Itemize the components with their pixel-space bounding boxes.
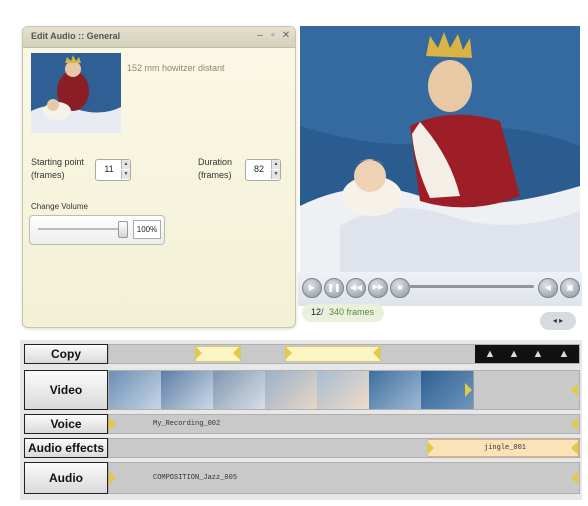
video-frame-thumb — [369, 371, 422, 409]
pause-icon[interactable]: ❚❚ — [324, 278, 344, 298]
track-voice[interactable]: My_Recording_002 — [108, 414, 580, 434]
minimize-icon[interactable]: – — [255, 30, 265, 42]
fullscreen-icon[interactable]: ▣ — [560, 278, 580, 298]
starting-point-stepper[interactable]: 11 ▲ ▼ — [95, 159, 131, 181]
starting-point-label: Starting point — [31, 157, 85, 167]
segment-start-marker[interactable] — [285, 346, 292, 360]
volume-slider-thumb[interactable] — [118, 221, 128, 238]
duration-label: Duration — [198, 157, 233, 167]
frame-counter: 12 / 340 frames — [302, 304, 384, 322]
rewind-icon[interactable]: ◀◀ — [346, 278, 366, 298]
track-video[interactable] — [108, 370, 580, 410]
stop-icon[interactable]: ■ — [390, 278, 410, 298]
stamp-icon[interactable]: ▲ — [505, 347, 523, 361]
segment-end-marker[interactable] — [571, 441, 578, 455]
track-label-copy[interactable]: Copy — [24, 344, 108, 364]
scroll-arrows-icon[interactable]: ◂ ▸ — [540, 312, 576, 330]
step-up-icon[interactable]: ▲ — [121, 160, 130, 169]
track-label-video[interactable]: Video — [24, 370, 108, 410]
video-frame-thumb — [317, 371, 370, 409]
close-icon[interactable]: ✕ — [281, 30, 291, 42]
effect-clip-name[interactable]: jingle_001 — [484, 444, 526, 452]
audio-clip-name[interactable]: COMPOSITION_Jazz_005 — [153, 474, 237, 482]
segment-end-marker[interactable] — [233, 346, 240, 360]
stamp-icon[interactable]: ▲ — [481, 347, 499, 361]
seek-bar[interactable] — [408, 285, 534, 288]
video-frame-thumb — [109, 371, 162, 409]
clip-thumbnail — [31, 53, 121, 133]
voice-clip-name[interactable]: My_Recording_002 — [153, 420, 220, 428]
track-audio[interactable]: COMPOSITION_Jazz_005 — [108, 462, 580, 494]
effect-segment[interactable]: jingle_001 — [427, 439, 579, 457]
segment-start-marker[interactable] — [109, 471, 116, 485]
stamp-icon[interactable]: ▲ — [529, 347, 547, 361]
copy-tools: ▲ ▲ ▲ ▲ — [475, 345, 579, 363]
edit-audio-dialog: Edit Audio :: General – ▫ ✕ 152 mm howit… — [22, 26, 296, 328]
segment-end-marker[interactable] — [571, 471, 578, 485]
track-label-audio[interactable]: Audio — [24, 462, 108, 494]
track-copy[interactable]: ▲ ▲ ▲ ▲ — [108, 344, 580, 364]
video-preview — [300, 26, 580, 272]
duration-stepper[interactable]: 82 ▲ ▼ — [245, 159, 281, 181]
volume-value-field[interactable]: 100% — [133, 220, 161, 239]
duration-value[interactable]: 82 — [249, 164, 269, 174]
segment-start-marker[interactable] — [427, 441, 434, 455]
volume-slider-track[interactable] — [38, 228, 122, 230]
segment-end-marker[interactable] — [571, 383, 578, 397]
change-volume-label: Change Volume — [31, 202, 88, 211]
segment-start-marker[interactable] — [465, 383, 472, 397]
step-up-icon[interactable]: ▲ — [271, 160, 280, 169]
dialog-titlebar[interactable]: Edit Audio :: General – ▫ ✕ — [23, 27, 295, 48]
segment-start-marker[interactable] — [109, 417, 116, 431]
starting-point-unit: (frames) — [31, 170, 65, 180]
step-down-icon[interactable]: ▼ — [121, 170, 130, 179]
track-label-voice[interactable]: Voice — [24, 414, 108, 434]
duration-unit: (frames) — [198, 170, 232, 180]
play-icon[interactable]: ▶ — [302, 278, 322, 298]
maximize-icon[interactable]: ▫ — [268, 30, 278, 42]
video-frame-thumb — [161, 371, 214, 409]
volume-icon[interactable]: ◀ — [538, 278, 558, 298]
frame-current: 12 — [311, 307, 322, 317]
segment-start-marker[interactable] — [195, 346, 202, 360]
segment-end-marker[interactable] — [373, 346, 380, 360]
copy-segment[interactable] — [285, 346, 381, 362]
video-frame-thumb — [213, 371, 266, 409]
fast-forward-icon[interactable]: ▶▶ — [368, 278, 388, 298]
volume-control: 100% — [29, 215, 165, 245]
video-frame-thumb — [265, 371, 318, 409]
track-label-audio-effects[interactable]: Audio effects — [24, 438, 108, 458]
starting-point-value[interactable]: 11 — [99, 164, 119, 174]
segment-end-marker[interactable] — [571, 417, 578, 431]
clip-name: 152 mm howitzer distant — [127, 63, 225, 73]
stamp-icon[interactable]: ▲ — [555, 347, 573, 361]
step-down-icon[interactable]: ▼ — [271, 170, 280, 179]
timeline: Copy ▲ ▲ ▲ ▲ Video Voice My_Recording_00… — [20, 340, 582, 500]
track-audio-effects[interactable]: jingle_001 — [108, 438, 580, 458]
dialog-title: Edit Audio :: General — [31, 31, 121, 41]
frame-total: 340 frames — [329, 307, 375, 317]
frame-separator: / — [321, 307, 324, 317]
